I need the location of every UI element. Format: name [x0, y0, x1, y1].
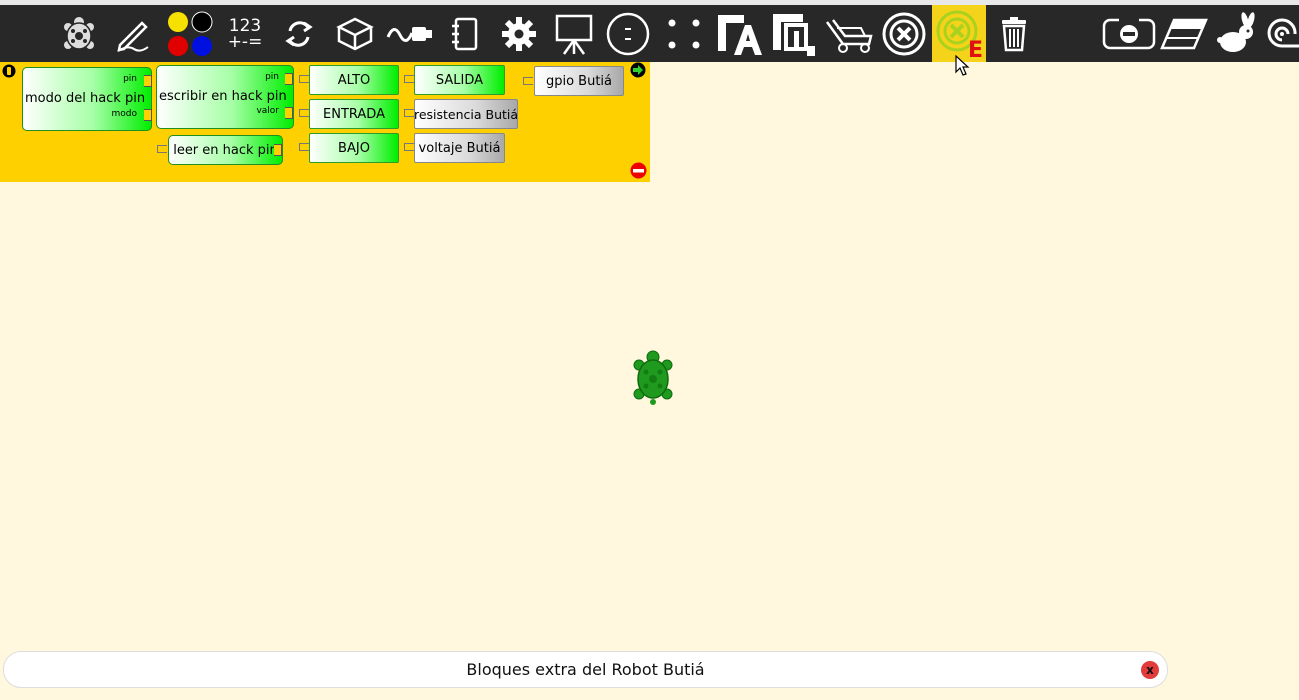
eraser-icon	[1160, 18, 1208, 49]
block-label: modo del hack pin	[25, 91, 146, 106]
next-palette-arrow-icon[interactable]	[630, 62, 646, 78]
connector	[285, 73, 293, 85]
connector	[157, 145, 167, 153]
connector	[144, 109, 152, 121]
cart-palette-button[interactable]	[822, 5, 876, 62]
connector	[285, 107, 293, 119]
turtle-icon	[64, 16, 94, 50]
portfolio-palette-button[interactable]	[601, 5, 655, 62]
block-label: resistencia Butiá	[413, 106, 519, 122]
circle-colon-icon	[606, 12, 650, 55]
color-dots-icon	[168, 11, 213, 56]
connector	[299, 109, 309, 117]
connector	[404, 109, 414, 117]
block-label: ENTRADA	[323, 106, 385, 122]
media-palette-button[interactable]	[438, 5, 492, 62]
arg-pin-label: pin	[123, 74, 137, 84]
easel-icon	[555, 14, 593, 55]
block-label: leer en hack pin	[173, 142, 278, 158]
block-label: gpio Butiá	[545, 73, 613, 89]
trash-palette-button[interactable]	[987, 5, 1041, 62]
arg-pin-label: pin	[265, 72, 279, 82]
pen-palette-button[interactable]	[106, 5, 160, 62]
butia-extra-palette-button[interactable]: E	[932, 5, 986, 62]
connector	[274, 144, 282, 156]
status-message-bar: Bloques extra del Robot Butiá x	[3, 651, 1168, 688]
palette-orientation-icon[interactable]	[2, 64, 16, 78]
sensor-plug-icon	[386, 26, 432, 42]
colors-palette-button[interactable]	[162, 5, 216, 62]
block-palette: pin modo del hack pin modo pin escribir …	[0, 62, 650, 182]
numbers-icon: 123 +-=	[227, 15, 263, 52]
blocks-palette-button[interactable]	[328, 5, 382, 62]
hide-blocks-button[interactable]	[1100, 5, 1158, 62]
close-icon: x	[1146, 663, 1154, 677]
presentation-palette-button[interactable]	[547, 5, 601, 62]
toolbar: 123 +-= E	[0, 5, 1299, 62]
arg-modo-label: modo	[111, 109, 138, 119]
snail-icon	[1267, 18, 1299, 48]
hide-blocks-icon	[1102, 16, 1156, 49]
block-label: BAJO	[338, 140, 370, 156]
block-alto[interactable]: ALTO	[309, 65, 399, 95]
erase-button[interactable]	[1157, 5, 1211, 62]
status-message: Bloques extra del Robot Butiá	[466, 660, 705, 679]
block-salida[interactable]: SALIDA	[414, 65, 505, 95]
butia-board-icon	[773, 13, 815, 56]
block-label: ALTO	[337, 72, 371, 88]
stop-circle-icon	[882, 12, 926, 55]
block-leer-en-hack-pin[interactable]: leer en hack pin	[168, 135, 283, 165]
block-bajo[interactable]: BAJO	[309, 133, 399, 163]
butia-palette-button[interactable]	[766, 5, 820, 62]
block-label: voltaje Butiá	[418, 140, 501, 156]
mouse-pointer-icon	[955, 55, 970, 76]
robot-cart-icon	[825, 18, 873, 53]
numbers-palette-button[interactable]: 123 +-=	[218, 5, 272, 62]
flow-palette-button[interactable]	[272, 5, 326, 62]
block-voltaje-butia[interactable]: voltaje Butiá	[414, 133, 505, 163]
connector	[144, 75, 152, 87]
block-escribir-en-hack-pin[interactable]: pin escribir en hack pin valor	[156, 65, 294, 129]
stop-palette-button[interactable]	[877, 5, 931, 62]
gear-icon	[502, 16, 536, 51]
connector	[523, 77, 533, 85]
block-modo-del-hack-pin[interactable]: pin modo del hack pin modo	[22, 67, 152, 131]
connector	[404, 143, 414, 151]
block-label: escribir en hack pin	[159, 89, 287, 104]
turtle-palette-button[interactable]	[52, 5, 106, 62]
notebook-icon	[452, 17, 478, 50]
turtle-canvas[interactable]	[0, 182, 1299, 700]
block-resistencia-butia[interactable]: resistencia Butiá	[414, 99, 518, 129]
connector	[299, 75, 309, 83]
font-palette-button[interactable]	[711, 5, 765, 62]
block-label: SALIDA	[435, 72, 484, 88]
shrink-palette-icon[interactable]	[630, 162, 647, 179]
sensors-palette-button[interactable]	[383, 5, 437, 62]
turtle-icon[interactable]	[632, 350, 674, 406]
extras-palette-button[interactable]	[492, 5, 546, 62]
rabbit-icon	[1217, 11, 1255, 52]
block-gpio-butia[interactable]: gpio Butiá	[534, 66, 624, 96]
arg-valor-label: valor	[256, 106, 279, 116]
run-fast-button[interactable]	[1211, 5, 1265, 62]
pen-icon	[117, 20, 149, 52]
connector	[299, 143, 309, 151]
trash-icon	[1002, 16, 1026, 51]
box-icon	[336, 17, 374, 50]
stop-extra-icon: E	[936, 10, 983, 59]
run-slow-button[interactable]	[1265, 5, 1299, 62]
connector	[404, 75, 414, 83]
font-box-icon	[718, 14, 762, 55]
close-message-button[interactable]: x	[1141, 661, 1159, 679]
flow-arrows-icon	[285, 20, 313, 47]
block-entrada[interactable]: ENTRADA	[309, 99, 399, 129]
dots-palette-button[interactable]	[657, 5, 711, 62]
four-dots-icon	[668, 19, 700, 48]
